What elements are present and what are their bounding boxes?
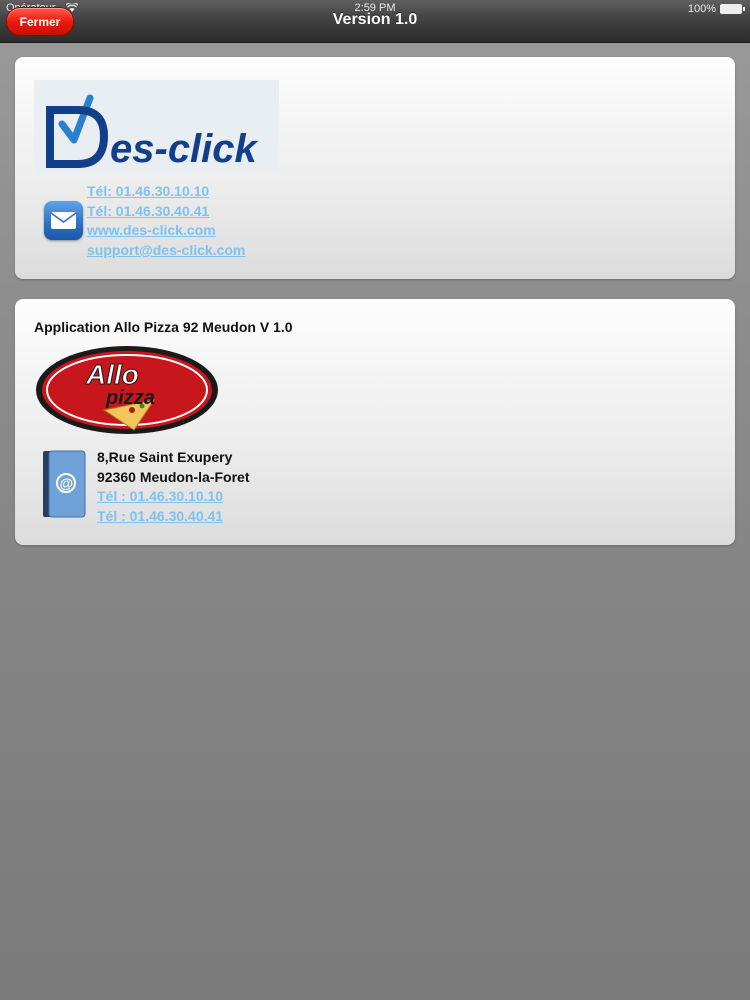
page-title: Version 1.0 [332, 11, 418, 28]
address-line-1: 8,Rue Saint Exupery [97, 449, 233, 465]
svg-text:es-click: es-click [110, 127, 259, 171]
des-click-logo: es-click [34, 80, 279, 173]
close-button[interactable]: Fermer [6, 7, 74, 36]
navigation-bar: Opérateur 2:59 PM 100% Version 1.0 Ferme… [0, 0, 750, 43]
svg-text:pizza: pizza [105, 387, 155, 409]
restaurant-info-panel: Application Allo Pizza 92 Meudon V 1.0 A… [15, 299, 735, 545]
restaurant-phone-link-1[interactable]: Tél : 01.46.30.10.10 [97, 486, 223, 506]
phone-link-2[interactable]: Tél: 01.46.30.40.41 [87, 201, 209, 221]
svg-text:@: @ [60, 475, 74, 491]
developer-info-panel: es-click Tél: 01.46.30.10.10 Tél: 01.46.… [15, 57, 735, 279]
svg-text:Allo: Allo [85, 359, 139, 390]
allo-pizza-logo: Allo pizza [36, 346, 218, 434]
email-link[interactable]: support@des-click.com [87, 240, 245, 260]
address-line-2: 92360 Meudon-la-Foret [97, 469, 250, 485]
website-link[interactable]: www.des-click.com [87, 220, 216, 240]
mail-icon[interactable] [44, 201, 83, 240]
app-title: Application Allo Pizza 92 Meudon V 1.0 [34, 319, 293, 335]
phone-link-1[interactable]: Tél: 01.46.30.10.10 [87, 181, 209, 201]
restaurant-phone-link-2[interactable]: Tél : 01.46.30.40.41 [97, 506, 223, 526]
address-book-icon[interactable]: @ [39, 449, 87, 519]
